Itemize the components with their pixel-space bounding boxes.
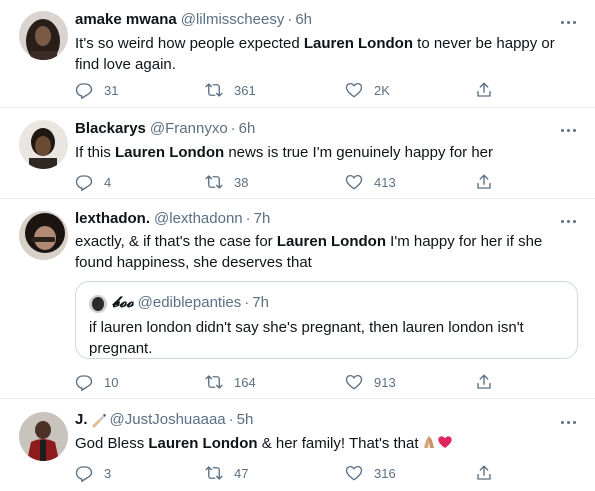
avatar[interactable] [19,211,68,260]
tweet[interactable]: J. @JustJoshuaaaa · 5h God Bless Lauren … [0,399,595,491]
user-handle[interactable]: @lexthadonn [154,210,243,227]
quoted-timestamp[interactable]: 7h [252,294,269,311]
reply-button[interactable]: 4 [75,172,111,192]
retweet-count: 164 [234,374,256,390]
retweet-icon [205,175,223,189]
quoted-tweet[interactable]: 𝓫𝓸𝓸 @ediblepanties · 7h if lauren london… [75,281,578,359]
retweet-button[interactable]: 164 [205,372,256,392]
retweet-button[interactable]: 361 [205,80,256,100]
tweet-text: If this Lauren London news is true I'm g… [75,142,575,163]
tweet-text: It's so weird how people expected Lauren… [75,33,575,75]
like-button[interactable]: 913 [345,372,396,392]
text-segment: & her family! That's that [257,435,419,452]
tweet[interactable]: Blackarys @Frannyxo · 6h If this Lauren … [0,108,595,199]
share-button[interactable] [475,80,493,100]
tweet[interactable]: amake mwana @lilmisscheesy · 6h It's so … [0,0,595,108]
timestamp[interactable]: 6h [295,11,312,28]
text-segment: It's so weird how people expected [75,35,304,52]
display-name[interactable]: Blackarys [75,120,146,137]
reply-button[interactable]: 3 [75,463,111,483]
timestamp[interactable]: 7h [254,210,271,227]
tweet[interactable]: lexthadon. @lexthadonn · 7h exactly, & i… [0,199,595,399]
text-segment: God Bless [75,435,149,452]
reply-icon [75,83,93,99]
share-icon [477,465,491,480]
like-count: 2K [374,82,390,98]
reply-count: 3 [104,465,112,481]
text-segment-bold: Lauren London [276,233,386,250]
display-name[interactable]: amake mwana [75,11,177,28]
text-segment-bold: Lauren London [303,35,413,52]
user-handle[interactable]: @lilmisscheesy [181,11,285,28]
more-icon[interactable] [557,214,579,228]
quoted-display-name[interactable]: 𝓫𝓸𝓸 [112,293,134,311]
share-button[interactable] [475,372,493,392]
heart-icon [345,174,363,190]
retweet-icon [205,83,223,97]
tweet-feed: amake mwana @lilmisscheesy · 6h It's so … [0,0,595,491]
red-heart-emoji [437,436,452,448]
writing-hand-emoji [91,413,106,428]
like-button[interactable]: 413 [345,172,396,192]
separator: · [245,210,251,227]
quoted-text: if lauren london didn't say she's pregna… [89,319,524,357]
display-name[interactable]: J. [75,411,88,428]
user-handle[interactable]: @Frannyxo [150,120,228,137]
tweet-text: exactly, & if that's the case for Lauren… [75,231,575,273]
heart-icon [345,465,363,481]
text-segment-bold: Lauren London [148,435,258,452]
timestamp[interactable]: 6h [239,120,256,137]
more-icon[interactable] [557,15,579,29]
heart-icon [345,374,363,390]
separator: · [228,411,234,428]
share-button[interactable] [475,463,493,483]
retweet-button[interactable]: 47 [205,463,248,483]
reply-icon [75,375,93,391]
retweet-icon [205,466,223,480]
retweet-count: 47 [234,465,249,481]
text-segment: exactly, & if that's the case for [75,233,277,250]
reply-count: 31 [104,82,119,98]
heart-icon [345,82,363,98]
reply-icon [75,175,93,191]
retweet-count: 38 [234,174,249,190]
reply-icon [75,466,93,482]
share-icon [477,174,491,189]
like-count: 913 [374,374,396,390]
more-icon[interactable] [557,415,579,429]
reply-button[interactable]: 10 [75,372,118,392]
share-icon [477,82,491,97]
reply-count: 10 [104,374,119,390]
avatar[interactable] [19,11,68,60]
text-segment: If this [75,144,116,161]
quoted-handle[interactable]: @ediblepanties [138,294,242,311]
like-button[interactable]: 316 [345,463,396,483]
avatar[interactable] [19,120,68,169]
user-handle[interactable]: @JustJoshuaaaa [110,411,226,428]
retweet-icon [205,375,223,389]
like-count: 413 [374,174,396,190]
timestamp[interactable]: 5h [237,411,254,428]
share-icon [477,374,491,389]
share-button[interactable] [475,172,493,192]
separator: · [244,294,250,311]
retweet-count: 361 [234,82,256,98]
text-segment-bold: Lauren London [115,144,225,161]
separator: · [287,11,293,28]
avatar[interactable] [19,412,68,461]
reply-button[interactable]: 31 [75,80,118,100]
more-icon[interactable] [557,123,579,137]
tweet-text: God Bless Lauren London & her family! Th… [75,433,575,454]
reply-count: 4 [104,174,112,190]
display-name[interactable]: lexthadon. [75,210,150,227]
retweet-button[interactable]: 38 [205,172,248,192]
like-count: 316 [374,465,396,481]
like-button[interactable]: 2K [345,80,390,100]
separator: · [230,120,236,137]
folded-hands-emoji [423,436,434,448]
quoted-avatar[interactable] [89,295,107,313]
text-segment: news is true I'm genuinely happy for her [224,144,494,161]
